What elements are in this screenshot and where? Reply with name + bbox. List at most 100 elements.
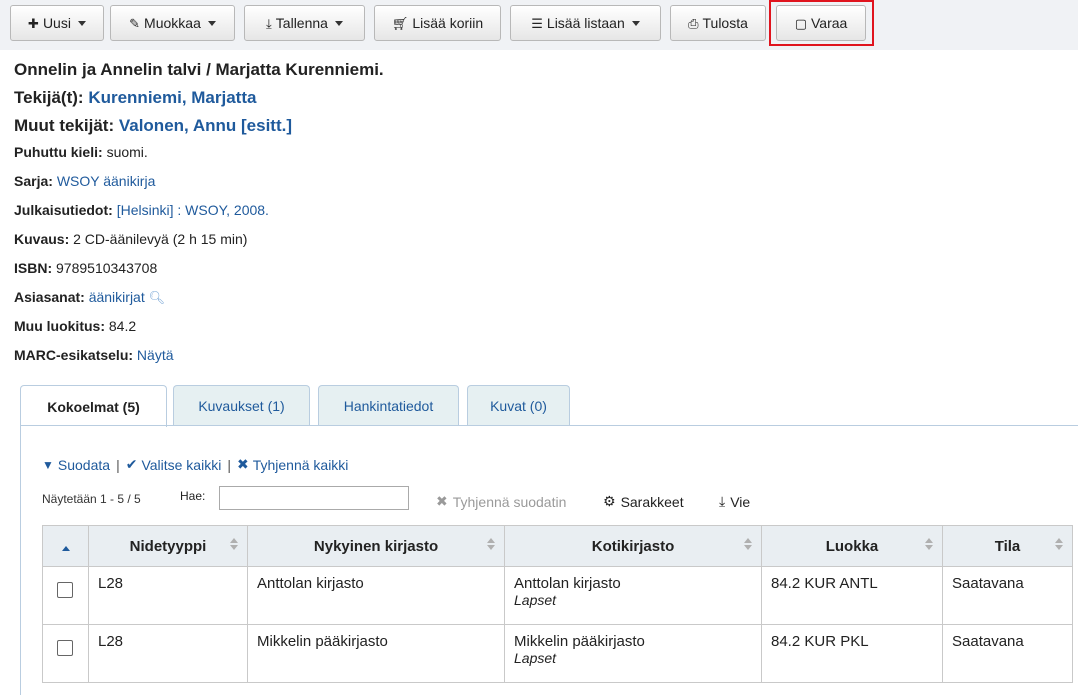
- select-all-link[interactable]: Valitse kaikki: [141, 457, 221, 473]
- status-header[interactable]: Tila: [942, 525, 1073, 567]
- export-button[interactable]: ⤓ Vie: [719, 493, 750, 510]
- author-link[interactable]: Kurenniemi, Marjatta: [88, 88, 256, 107]
- classification-line: Muu luokitus: 84.2: [14, 318, 136, 334]
- print-button-label: Tulosta: [702, 15, 748, 31]
- holdings-table: Nidetyyppi Nykyinen kirjasto Kotikirjast…: [42, 525, 1073, 683]
- marc-preview-line: MARC-esikatselu: Näytä: [14, 347, 174, 363]
- cart-icon: 🛒︎: [391, 15, 409, 31]
- edit-button[interactable]: ✎ Muokkaa: [110, 5, 235, 41]
- print-button[interactable]: ⎙ Tulosta: [670, 5, 766, 41]
- contributors-line: Muut tekijät: Valonen, Annu [esitt.]: [14, 116, 292, 136]
- holdings-actions: ▼ Suodata | ✔ Valitse kaikki | ✖ Tyhjenn…: [42, 456, 348, 473]
- sort-icon: [1055, 538, 1063, 550]
- call-number-cell: 84.2 KUR PKL: [761, 624, 943, 683]
- home-library-cell: Anttolan kirjasto Lapset: [504, 566, 762, 625]
- download-icon: ⤓: [719, 493, 726, 509]
- columns-label: Sarakkeet: [620, 493, 684, 510]
- home-library-name: Mikkelin pääkirjasto: [514, 633, 645, 650]
- publication-label: Julkaisutiedot:: [14, 202, 113, 218]
- search-label: Hae:: [180, 489, 206, 503]
- home-library-header[interactable]: Kotikirjasto: [504, 525, 762, 567]
- item-type-header[interactable]: Nidetyyppi: [88, 525, 248, 567]
- language-line: Puhuttu kieli: suomi.: [14, 144, 148, 160]
- list-icon: ☰: [531, 15, 543, 31]
- series-line: Sarja: WSOY äänikirja: [14, 173, 155, 189]
- showing-info: Näytetään 1 - 5 / 5: [42, 492, 141, 506]
- header-label: Kotikirjasto: [591, 537, 675, 555]
- row-checkbox[interactable]: [57, 582, 73, 598]
- print-icon: ⎙: [688, 15, 699, 31]
- author-line: Tekijä(t): Kurenniemi, Marjatta: [14, 88, 256, 108]
- caret-down-icon: [77, 20, 86, 26]
- export-label: Vie: [730, 493, 751, 510]
- record-title: Onnelin ja Annelin talvi / Marjatta Kure…: [14, 60, 384, 79]
- magnifier-icon[interactable]: 🔍︎: [149, 290, 166, 305]
- marc-preview-link[interactable]: Näytä: [137, 347, 174, 363]
- select-column-header[interactable]: [42, 525, 89, 567]
- highlight-box: [769, 0, 874, 46]
- add-to-list-button[interactable]: ☰ Lisää listaan: [510, 5, 661, 41]
- x-icon: ✖: [236, 456, 249, 472]
- description-value: 2 CD-äänilevyä (2 h 15 min): [73, 231, 248, 247]
- home-library-location: Lapset: [514, 650, 557, 666]
- search-input[interactable]: [219, 486, 409, 510]
- author-label: Tekijä(t):: [14, 88, 84, 107]
- tab-images[interactable]: Kuvat (0): [467, 385, 570, 426]
- clear-filter-label: Tyhjennä suodatin: [452, 493, 567, 510]
- row-checkbox[interactable]: [57, 640, 73, 656]
- save-button[interactable]: ⤓ Tallenna: [244, 5, 365, 41]
- add-to-cart-button[interactable]: 🛒︎ Lisää koriin: [374, 5, 501, 41]
- publication-link[interactable]: [Helsinki] : WSOY, 2008.: [117, 202, 269, 218]
- tab-holdings[interactable]: Kokoelmat (5): [20, 385, 167, 427]
- download-icon: ⤓: [266, 15, 272, 31]
- subject-link[interactable]: äänikirjat: [89, 289, 145, 305]
- header-label: Nykyinen kirjasto: [313, 537, 439, 555]
- isbn-value: 9789510343708: [56, 260, 158, 276]
- filter-link[interactable]: Suodata: [58, 457, 110, 473]
- check-icon: ✔: [125, 456, 138, 472]
- caret-down-icon: [334, 20, 343, 26]
- columns-button[interactable]: ⚙ Sarakkeet: [603, 493, 684, 510]
- classification-label: Muu luokitus:: [14, 318, 105, 334]
- header-label: Nidetyyppi: [129, 537, 207, 555]
- caret-down-icon: [207, 20, 216, 26]
- filter-icon: ▼: [42, 457, 54, 472]
- description-label: Kuvaus:: [14, 231, 70, 247]
- subject-line: Asiasanat: äänikirjat 🔍︎: [14, 289, 165, 306]
- publication-line: Julkaisutiedot: [Helsinki] : WSOY, 2008.: [14, 202, 269, 218]
- language-label: Puhuttu kieli:: [14, 144, 103, 160]
- new-button[interactable]: ✚ Uusi: [10, 5, 104, 41]
- separator: |: [227, 456, 231, 473]
- caret-down-icon: [631, 20, 640, 26]
- description-line: Kuvaus: 2 CD-äänilevyä (2 h 15 min): [14, 231, 247, 247]
- current-library-header[interactable]: Nykyinen kirjasto: [247, 525, 505, 567]
- home-library-name: Anttolan kirjasto: [514, 575, 621, 592]
- clear-filter-button[interactable]: ✖ Tyhjennä suodatin: [436, 493, 566, 510]
- isbn-label: ISBN:: [14, 260, 53, 276]
- separator: |: [116, 456, 120, 473]
- header-label: Tila: [994, 537, 1021, 555]
- x-icon: ✖: [436, 493, 448, 509]
- table-header-row: Nidetyyppi Nykyinen kirjasto Kotikirjast…: [42, 525, 1073, 567]
- current-library-cell: Mikkelin pääkirjasto: [247, 624, 505, 683]
- status-cell: Saatavana: [942, 624, 1073, 683]
- plus-icon: ✚: [28, 15, 39, 31]
- table-row: L28 Mikkelin pääkirjasto Mikkelin pääkir…: [42, 624, 1073, 683]
- contributor-link[interactable]: Valonen, Annu [esitt.]: [119, 116, 292, 135]
- tab-descriptions[interactable]: Kuvaukset (1): [173, 385, 310, 426]
- save-button-label: Tallenna: [275, 15, 328, 31]
- sort-icon: [487, 538, 495, 550]
- tab-acquisitions[interactable]: Hankintatiedot: [318, 385, 459, 426]
- item-type-cell: L28: [88, 624, 248, 683]
- sort-icon: [230, 538, 238, 550]
- header-label: Luokka: [825, 537, 879, 555]
- clear-all-link[interactable]: Tyhjennä kaikki: [253, 457, 349, 473]
- series-link[interactable]: WSOY äänikirja: [57, 173, 156, 189]
- gear-icon: ⚙: [603, 493, 616, 509]
- call-number-cell: 84.2 KUR ANTL: [761, 566, 943, 625]
- call-number-header[interactable]: Luokka: [761, 525, 943, 567]
- isbn-line: ISBN: 9789510343708: [14, 260, 157, 276]
- add-to-list-label: Lisää listaan: [546, 15, 625, 31]
- pencil-icon: ✎: [129, 15, 141, 31]
- new-button-label: Uusi: [42, 15, 71, 31]
